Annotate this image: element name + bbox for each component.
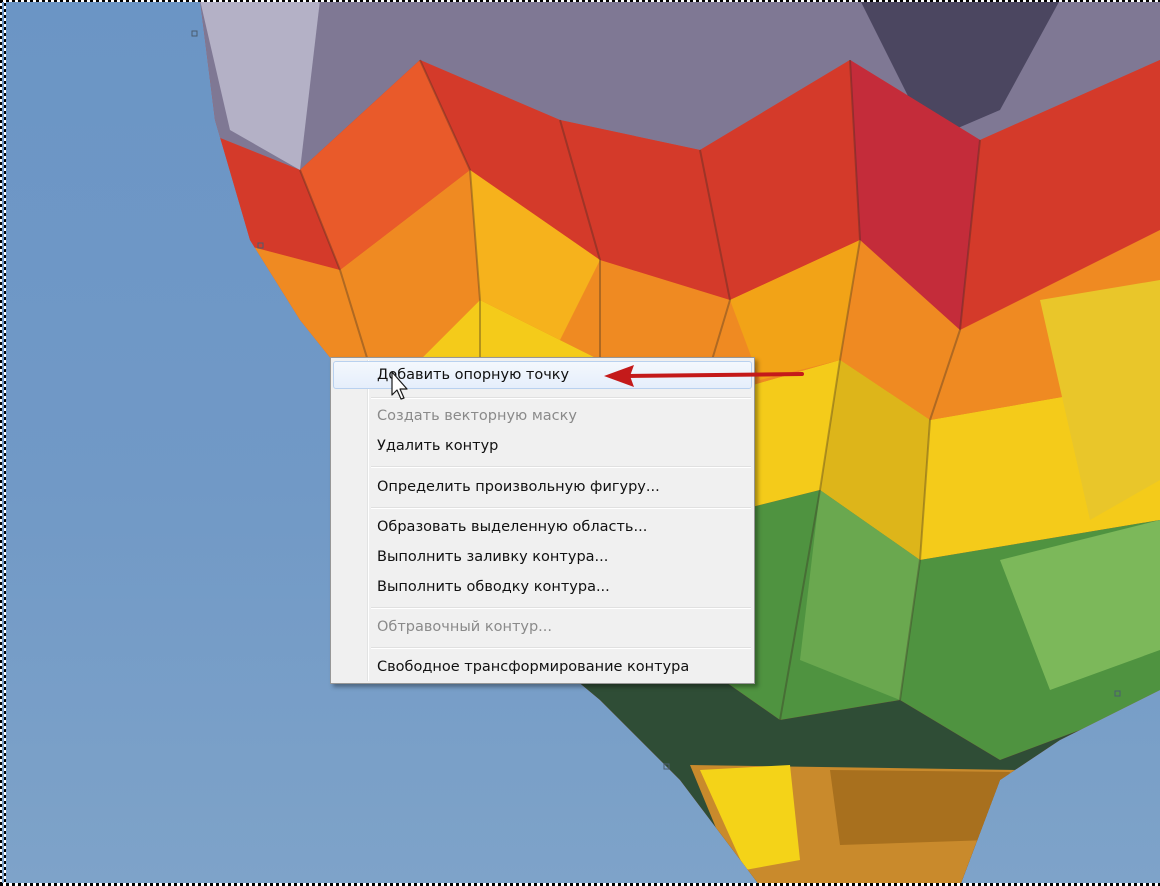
menu-item-delete-path[interactable]: Удалить контур: [333, 432, 752, 460]
menu-item-define-custom-shape[interactable]: Определить произвольную фигуру...: [333, 473, 752, 501]
menu-separator: [371, 397, 751, 399]
menu-separator: [371, 607, 751, 609]
menu-separator: [371, 507, 751, 509]
path-anchor-point: [191, 30, 198, 37]
menu-separator: [371, 466, 751, 468]
menu-item-free-transform-path[interactable]: Свободное трансформирование контура: [333, 653, 752, 681]
menu-item-make-selection[interactable]: Образовать выделенную область...: [333, 513, 752, 541]
selection-border-left: [0, 0, 6, 886]
menu-item-clipping-path[interactable]: Обтравочный контур...: [333, 613, 752, 641]
menu-item-fill-path[interactable]: Выполнить заливку контура...: [333, 543, 752, 571]
menu-separator: [371, 647, 751, 649]
menu-item-create-vector-mask[interactable]: Создать векторную маску: [333, 402, 752, 430]
selection-border-top: [0, 0, 1160, 2]
context-menu: Добавить опорную точку Создать векторную…: [330, 357, 755, 684]
menu-item-stroke-path[interactable]: Выполнить обводку контура...: [333, 573, 752, 601]
menu-item-add-anchor-point[interactable]: Добавить опорную точку: [333, 361, 752, 389]
